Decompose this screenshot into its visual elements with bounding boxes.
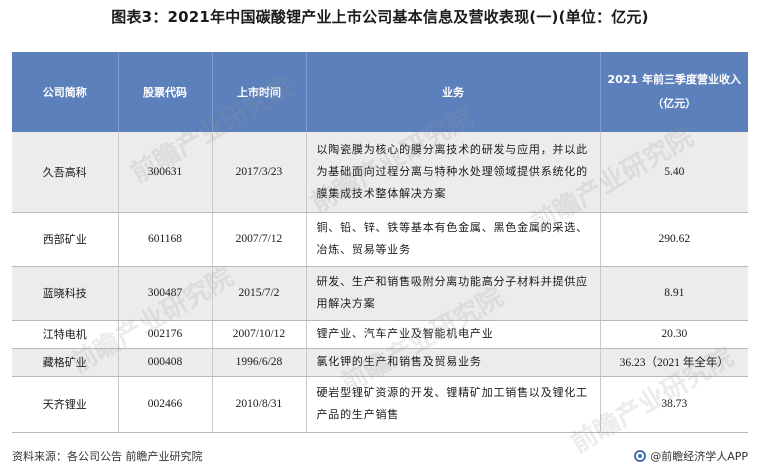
- cell-business: 研发、生产和销售吸附分离功能高分子材料并提供应用解决方案: [306, 266, 601, 321]
- cell-name: 蓝晓科技: [12, 266, 119, 321]
- cell-revenue: 36.23（2021 年全年）: [600, 348, 748, 377]
- cell-business: 氯化钾的生产和销售及贸易业务: [306, 348, 601, 377]
- table-row: 久吾高科 300631 2017/3/23 以陶瓷膜为核心的膜分离技术的研发与应…: [12, 132, 748, 213]
- cell-business: 锂产业、汽车产业及智能机电产业: [306, 320, 601, 349]
- cell-business: 硬岩型锂矿资源的开发、锂精矿加工销售以及锂化工产品的生产销售: [306, 376, 601, 433]
- cell-date: 2007/7/12: [212, 212, 307, 267]
- cell-date: 1996/6/28: [212, 348, 307, 377]
- cell-code: 300487: [118, 266, 213, 321]
- cell-revenue: 290.62: [600, 212, 748, 267]
- table-row: 藏格矿业 000408 1996/6/28 氯化钾的生产和销售及贸易业务 36.…: [12, 348, 748, 377]
- cell-date: 2010/8/31: [212, 376, 307, 433]
- source-note: 资料来源：各公司公告 前瞻产业研究院: [12, 450, 203, 463]
- header-revenue: 2021 年前三季度营业收入（亿元）: [600, 52, 748, 132]
- cell-business: 铜、铅、锌、铁等基本有色金属、黑色金属的采选、冶炼、贸易等业务: [306, 212, 601, 267]
- table-row: 天齐锂业 002466 2010/8/31 硬岩型锂矿资源的开发、锂精矿加工销售…: [12, 376, 748, 433]
- cell-name: 久吾高科: [12, 132, 119, 213]
- table-header-row: 公司简称 股票代码 上市时间 业务 2021 年前三季度营业收入（亿元）: [12, 52, 748, 132]
- cell-business: 以陶瓷膜为核心的膜分离技术的研发与应用，并以此为基础面向过程分离与特种水处理领域…: [306, 132, 601, 213]
- cell-code: 002466: [118, 376, 213, 433]
- cell-code: 601168: [118, 212, 213, 267]
- cell-revenue: 20.30: [600, 320, 748, 349]
- cell-revenue: 8.91: [600, 266, 748, 321]
- cell-revenue: 38.73: [600, 376, 748, 433]
- cell-date: 2015/7/2: [212, 266, 307, 321]
- company-table: 公司简称 股票代码 上市时间 业务 2021 年前三季度营业收入（亿元） 久吾高…: [12, 52, 748, 433]
- brand-credit: @前瞻经济学人APP: [634, 448, 748, 464]
- table-row: 蓝晓科技 300487 2015/7/2 研发、生产和销售吸附分离功能高分子材料…: [12, 266, 748, 321]
- cell-name: 天齐锂业: [12, 376, 119, 433]
- header-date: 上市时间: [212, 52, 307, 132]
- cell-revenue: 5.40: [600, 132, 748, 213]
- cell-name: 藏格矿业: [12, 348, 119, 377]
- cell-code: 000408: [118, 348, 213, 377]
- table-row: 江特电机 002176 2007/10/12 锂产业、汽车产业及智能机电产业 2…: [12, 320, 748, 349]
- header-code: 股票代码: [118, 52, 213, 132]
- header-business: 业务: [306, 52, 601, 132]
- cell-code: 300631: [118, 132, 213, 213]
- cell-date: 2007/10/12: [212, 320, 307, 349]
- brand-logo-icon: [634, 450, 647, 462]
- cell-code: 002176: [118, 320, 213, 349]
- cell-date: 2017/3/23: [212, 132, 307, 213]
- cell-name: 西部矿业: [12, 212, 119, 267]
- table-row: 西部矿业 601168 2007/7/12 铜、铅、锌、铁等基本有色金属、黑色金…: [12, 212, 748, 267]
- header-company: 公司简称: [12, 52, 119, 132]
- page-title: 图表3：2021年中国碳酸锂产业上市公司基本信息及营收表现(一)(单位：亿元): [111, 8, 649, 26]
- brand-text: @前瞻经济学人APP: [650, 450, 748, 463]
- cell-name: 江特电机: [12, 320, 119, 349]
